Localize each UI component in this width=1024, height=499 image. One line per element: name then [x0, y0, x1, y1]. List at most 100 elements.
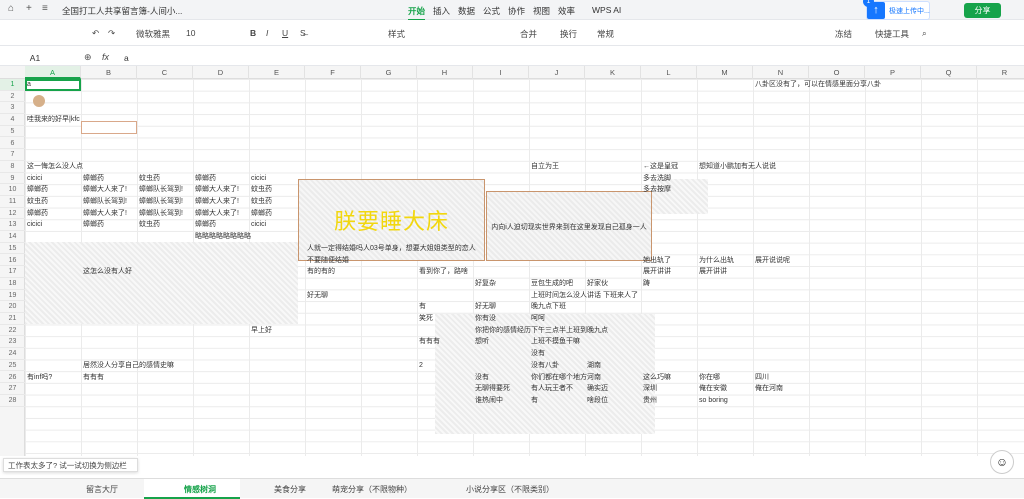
row-header-13[interactable]: 13	[0, 219, 25, 232]
cell-e22[interactable]: 早上好	[249, 325, 272, 337]
cell-i27[interactable]: 无聊得要死	[473, 383, 510, 395]
cell-e13[interactable]: cicici	[249, 219, 266, 231]
column-header-q[interactable]: Q	[921, 66, 977, 79]
cell-j8[interactable]: 自立为王	[529, 161, 559, 173]
cell-j26[interactable]: 你们都在哪个地方	[529, 372, 587, 384]
cell-h20[interactable]: 有	[417, 301, 426, 313]
cell-e10[interactable]: 蚊虫药	[249, 184, 272, 196]
cell-m8[interactable]: 想知道小鹏加有无人说说	[697, 161, 776, 173]
column-header-g[interactable]: G	[361, 66, 417, 79]
menu-insert[interactable]: 插入	[433, 5, 450, 17]
selected-cell[interactable]	[25, 79, 81, 91]
row-header-23[interactable]: 23	[0, 336, 25, 349]
menu-icon[interactable]: ≡	[42, 3, 48, 14]
row-header-26[interactable]: 26	[0, 372, 25, 384]
tab-emotion[interactable]: 情感树洞	[184, 484, 216, 495]
row-header-25[interactable]: 25	[0, 360, 25, 372]
cell-l17[interactable]: 展开讲讲	[641, 266, 671, 278]
search-icon[interactable]: ⌕	[922, 28, 927, 39]
cell-c12[interactable]: 蟑螂队长驾到!	[137, 208, 183, 220]
cell-j18[interactable]: 豆包生成的吧	[529, 278, 573, 290]
cell-area[interactable]: 朕要睡大床 内向i人迫切现实世界来到在这里发现自己孤身一人 a 八卦区没有了，可以…	[25, 79, 1024, 456]
row-header-7[interactable]: 7	[0, 149, 25, 161]
name-box[interactable]: A1	[0, 53, 70, 63]
column-header-a[interactable]: A	[25, 66, 81, 79]
cell-h25[interactable]: 2	[417, 360, 423, 372]
cell-j21[interactable]: 呵呵	[529, 313, 545, 325]
cell-c10[interactable]: 蟑螂队长驾到!	[137, 184, 183, 196]
cell-n27[interactable]: 俺在河南	[753, 383, 783, 395]
row-header-21[interactable]: 21	[0, 313, 25, 325]
cell-d14[interactable]: 略略略略略略略略	[193, 231, 251, 243]
redo-icon[interactable]: ↷	[108, 28, 115, 39]
row-header-14[interactable]: 14	[0, 231, 25, 243]
document-title[interactable]: 全国打工人共享留言簿-人间小...	[62, 5, 182, 17]
cell-k18[interactable]: 好家伙	[585, 278, 608, 290]
number-format-select[interactable]: 常规	[597, 28, 614, 40]
cell-l16[interactable]: 她出轨了	[641, 255, 671, 267]
cell-l9[interactable]: 多去洗脚	[641, 173, 671, 185]
cell-l26[interactable]: 这么巧嘛	[641, 372, 671, 384]
row-header-28[interactable]: 28	[0, 395, 25, 407]
cell-e12[interactable]: 蟑螂药	[249, 208, 272, 220]
column-header-o[interactable]: O	[809, 66, 865, 79]
cell-b13[interactable]: 蟑螂药	[81, 219, 104, 231]
cell-d11[interactable]: 蟑螂大人来了!	[193, 196, 239, 208]
cell-b17[interactable]: 这怎么没有人好	[81, 266, 132, 278]
cell-i18[interactable]: 好复杂	[473, 278, 496, 290]
cell-k25[interactable]: 湖南	[585, 360, 601, 372]
wrap-button[interactable]: 换行	[560, 28, 577, 40]
cell-d12[interactable]: 蟑螂大人来了!	[193, 208, 239, 220]
cell-c9[interactable]: 蚊虫药	[137, 173, 160, 185]
cell-b12[interactable]: 蟑螂大人来了!	[81, 208, 127, 220]
cell-d13[interactable]: 蟑螂药	[193, 219, 216, 231]
comment-cell[interactable]	[81, 121, 137, 134]
column-header-k[interactable]: K	[585, 66, 641, 79]
cell-i26[interactable]: 没有	[473, 372, 489, 384]
cell-j28[interactable]: 有	[529, 395, 538, 407]
cell-a9[interactable]: cicici	[25, 173, 42, 185]
row-header-3[interactable]: 3	[0, 102, 25, 115]
column-header-b[interactable]: B	[81, 66, 137, 79]
menu-data[interactable]: 数据	[458, 5, 475, 17]
cell-d9[interactable]: 蟑螂药	[193, 173, 216, 185]
column-header-m[interactable]: M	[697, 66, 753, 79]
cell-a12[interactable]: 蟑螂药	[25, 208, 48, 220]
cell-j24[interactable]: 没有	[529, 348, 545, 360]
cell-j23[interactable]: 上班不摸鱼干嘛	[529, 336, 580, 348]
cell-a4[interactable]: 哇我来的好早|kfc	[25, 114, 80, 126]
row-header-17[interactable]: 17	[0, 266, 25, 278]
new-tab-icon[interactable]: +	[26, 3, 32, 14]
quick-tools-button[interactable]: 快捷工具	[875, 28, 909, 40]
tab-novels[interactable]: 小说分享区（不限类别）	[466, 484, 554, 495]
spreadsheet-grid[interactable]: ABCDEFGHIJKLMNOPQR 1 2 3 4 5 6 7 8 9 10 11 12 13 14 15…	[0, 66, 1024, 456]
cell-m26[interactable]: 你在哪	[697, 372, 720, 384]
cell-a26[interactable]: 有inf吗?	[25, 372, 52, 384]
freeze-button[interactable]: 冻结	[835, 28, 852, 40]
row-header-8[interactable]: 8	[0, 161, 25, 173]
cell-b25[interactable]: 居然没人分享自己的感情史嘛	[81, 360, 174, 372]
cell-m28[interactable]: so boring	[697, 395, 728, 407]
tab-pets[interactable]: 萌宠分享（不限物种）	[332, 484, 412, 495]
cell-h17[interactable]: 看到你了，路啥	[417, 266, 468, 278]
row-header-16[interactable]: 16	[0, 255, 25, 267]
cell-l28[interactable]: 贵州	[641, 395, 657, 407]
cell-a10[interactable]: 蟑螂药	[25, 184, 48, 196]
cell-k28[interactable]: 啥段位	[585, 395, 608, 407]
column-header-c[interactable]: C	[137, 66, 193, 79]
cell-f17[interactable]: 有的有的	[305, 266, 335, 278]
column-header-f[interactable]: F	[305, 66, 361, 79]
column-header-h[interactable]: H	[417, 66, 473, 79]
column-header-r[interactable]: R	[977, 66, 1024, 79]
row-header-18[interactable]: 18	[0, 278, 25, 290]
menu-formula[interactable]: 公式	[483, 5, 500, 17]
cell-l18[interactable]: 踌	[641, 278, 650, 290]
font-size-select[interactable]: 10	[186, 28, 195, 38]
sheet-tip[interactable]: 工作表太多了? 试一试切换为侧边栏	[3, 458, 138, 472]
row-header-10[interactable]: 10	[0, 184, 25, 196]
cell-i21[interactable]: 你有没	[473, 313, 496, 325]
row-header-15[interactable]: 15	[0, 243, 25, 255]
cell-i20[interactable]: 好无聊	[473, 301, 496, 313]
assistant-icon[interactable]: ☺	[990, 450, 1014, 474]
menu-wps-ai[interactable]: WPS AI	[592, 5, 621, 15]
